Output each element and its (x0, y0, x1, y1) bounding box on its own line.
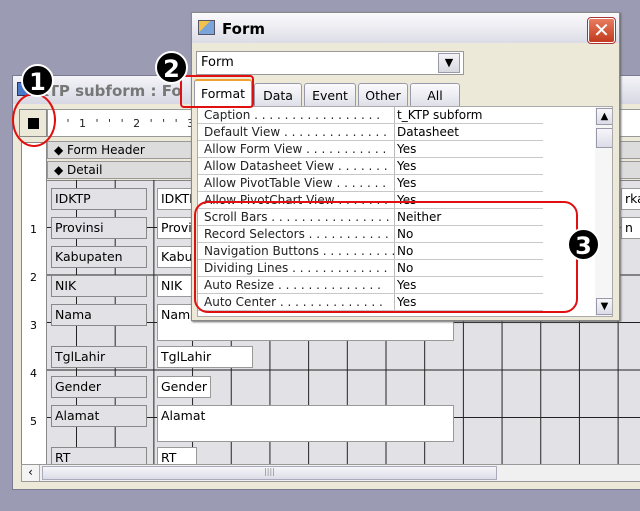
property-row[interactable]: Allow Form View . . . . . . . . . . . Yes (198, 141, 543, 158)
scroll-thumb[interactable] (596, 128, 612, 148)
property-sheet-icon (198, 20, 215, 35)
scroll-thumb[interactable]: |||| (42, 466, 497, 480)
callout-1-highlight (12, 93, 56, 147)
scroll-up-icon[interactable]: ▲ (596, 108, 612, 125)
object-selector-dropdown[interactable]: Form (196, 51, 464, 75)
textbox-alamat[interactable]: Alamat (157, 405, 454, 442)
section-label: Form Header (67, 143, 145, 157)
ruler-label: 2 (30, 271, 37, 284)
label-nik[interactable]: NIK (51, 275, 147, 297)
property-row[interactable]: Allow Datasheet View . . . . . . . Yes (198, 158, 543, 175)
property-row[interactable]: Allow PivotTable View . . . . . . . Yes (198, 175, 543, 192)
property-name: Default View . . . . . . . . . . . . . . (204, 125, 387, 139)
tab-all[interactable]: All (410, 83, 460, 107)
callout-badge-2: 2 (155, 51, 188, 84)
ruler-label: 3 (30, 319, 37, 332)
horizontal-scrollbar[interactable]: ‹ |||| (21, 464, 640, 482)
scroll-left-icon[interactable]: ‹ (22, 465, 40, 481)
textbox-gender[interactable]: Gender (157, 376, 211, 398)
label-tgllahir[interactable]: TglLahir (51, 346, 147, 368)
vertical-scrollbar[interactable]: ▲ ▼ (595, 107, 612, 316)
dialog-title: Form (192, 13, 619, 43)
label-provinsi[interactable]: Provinsi (51, 217, 147, 239)
ruler-label: 4 (30, 367, 37, 380)
property-name: Allow Form View . . . . . . . . . . . (204, 142, 387, 156)
chevron-down-icon[interactable]: ▼ (438, 53, 460, 73)
tab-event[interactable]: Event (304, 83, 356, 107)
callout-badge-3: 3 (567, 228, 600, 261)
property-value[interactable]: Yes (394, 175, 543, 191)
ruler-label: 5 (30, 415, 37, 428)
callout-3-highlight (194, 201, 578, 313)
textbox-partial[interactable]: n (621, 217, 640, 239)
property-value[interactable]: Yes (394, 141, 543, 157)
ruler-label: 1 (30, 223, 37, 236)
tab-other[interactable]: Other (358, 83, 408, 107)
property-value[interactable]: t_KTP subform (394, 107, 543, 123)
label-gender[interactable]: Gender (51, 376, 147, 398)
label-alamat[interactable]: Alamat (51, 405, 147, 427)
scroll-down-icon[interactable]: ▼ (596, 298, 612, 315)
tab-data[interactable]: Data (254, 83, 302, 107)
callout-badge-1: 1 (21, 64, 54, 97)
property-value[interactable]: Yes (394, 158, 543, 174)
property-value[interactable]: Datasheet (394, 124, 543, 140)
callout-2-highlight (180, 75, 254, 108)
property-name: Allow Datasheet View . . . . . . . (204, 159, 388, 173)
property-row[interactable]: Default View . . . . . . . . . . . . . .… (198, 124, 543, 141)
property-name: Caption . . . . . . . . . . . . . . . . … (204, 108, 381, 122)
label-idktp[interactable]: IDKTP (51, 188, 147, 210)
section-label: Detail (67, 163, 103, 177)
textbox-tgllahir[interactable]: TglLahir (157, 346, 253, 368)
textbox-partial[interactable]: rkaw (621, 188, 640, 210)
property-name: Allow PivotTable View . . . . . . . (204, 176, 387, 190)
label-kabupaten[interactable]: Kabupaten (51, 246, 147, 268)
property-row[interactable]: Caption . . . . . . . . . . . . . . . . … (198, 107, 543, 124)
vertical-ruler[interactable]: 1 2 3 4 5 (21, 142, 47, 472)
label-nama[interactable]: Nama (51, 304, 147, 326)
close-button[interactable]: ✕ (587, 17, 616, 44)
